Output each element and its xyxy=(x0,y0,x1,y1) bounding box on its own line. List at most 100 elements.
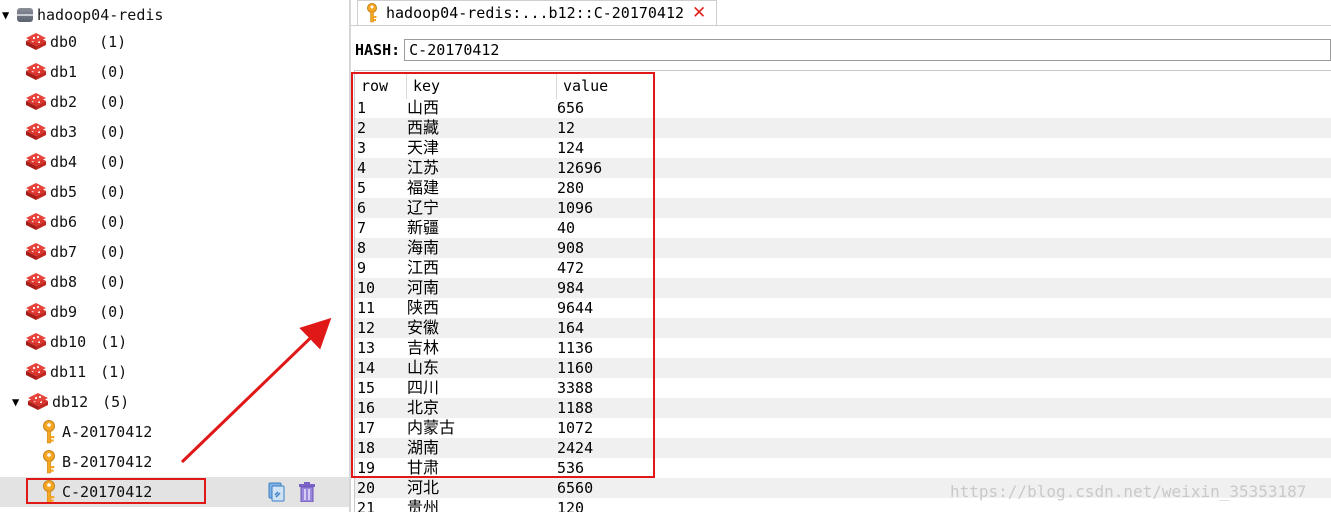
column-header-value[interactable]: value xyxy=(557,73,1331,99)
cell-key: 安徽 xyxy=(407,318,440,337)
redis-db-icon xyxy=(24,212,48,232)
redis-db-icon xyxy=(24,242,48,262)
tree-db-node-db1[interactable]: db1 (0) xyxy=(24,57,126,87)
db-key-count: (0) xyxy=(99,273,127,291)
table-row[interactable]: 8 海南 908 xyxy=(355,238,1331,258)
cell-value: 12 xyxy=(557,119,576,137)
db-key-count: (1) xyxy=(100,333,128,351)
table-row[interactable]: 3 天津 124 xyxy=(355,138,1331,158)
cell-row: 2 xyxy=(357,119,367,137)
cell-row: 13 xyxy=(357,339,376,357)
cell-key: 北京 xyxy=(407,398,440,417)
tree-db-node-db11[interactable]: db11 (1) xyxy=(24,357,127,387)
table-row[interactable]: 16 北京 1188 xyxy=(355,398,1331,418)
cell-key: 四川 xyxy=(407,378,440,397)
tree-server-node[interactable]: ▼ hadoop04-redis xyxy=(2,0,163,30)
tab-bar: hadoop04-redis:...b12::C-20170412 ✕ xyxy=(351,0,1331,26)
redis-db-icon xyxy=(24,362,48,382)
cell-value: 656 xyxy=(557,99,585,117)
tree-db-node-db7[interactable]: db7 (0) xyxy=(24,237,126,267)
cell-row: 12 xyxy=(357,319,376,337)
table-row[interactable]: 11 陕西 9644 xyxy=(355,298,1331,318)
cell-value: 280 xyxy=(557,179,585,197)
redis-db-icon xyxy=(24,122,48,142)
cell-key: 河北 xyxy=(407,478,440,497)
hash-key-field[interactable]: C-20170412 xyxy=(404,39,1331,61)
hash-table: row key value 1 山西 656 2 西藏 12 3 天津 124 4 江苏 12696 5… xyxy=(354,70,1331,512)
cell-row: 6 xyxy=(357,199,367,217)
key-name: A-20170412 xyxy=(62,423,153,441)
table-row[interactable]: 12 安徽 164 xyxy=(355,318,1331,338)
tree-key-node[interactable]: C-20170412 xyxy=(40,477,152,507)
table-row[interactable]: 5 福建 280 xyxy=(355,178,1331,198)
panel-splitter[interactable] xyxy=(349,0,351,512)
table-row[interactable]: 15 四川 3388 xyxy=(355,378,1331,398)
db-name: db6 xyxy=(50,213,78,231)
table-row[interactable]: 6 辽宁 1096 xyxy=(355,198,1331,218)
cell-row: 14 xyxy=(357,359,376,377)
copy-icon[interactable] xyxy=(265,482,287,502)
redis-db-icon xyxy=(24,32,48,52)
tree-db-node-db6[interactable]: db6 (0) xyxy=(24,207,126,237)
table-row[interactable]: 7 新疆 40 xyxy=(355,218,1331,238)
table-row[interactable]: 17 内蒙古 1072 xyxy=(355,418,1331,438)
cell-row: 1 xyxy=(357,99,367,117)
column-header-row[interactable]: row xyxy=(355,73,407,99)
cell-value: 3388 xyxy=(557,379,594,397)
tree-db-node-db0[interactable]: db0 (1) xyxy=(24,27,126,57)
tree-db-node-db2[interactable]: db2 (0) xyxy=(24,87,126,117)
redis-db-icon xyxy=(24,182,48,202)
db-key-count: (0) xyxy=(99,153,127,171)
column-header-key[interactable]: key xyxy=(407,73,557,99)
cell-value: 1136 xyxy=(557,339,594,357)
cell-key: 江西 xyxy=(407,258,440,277)
close-icon[interactable]: ✕ xyxy=(692,3,706,23)
cell-key: 西藏 xyxy=(407,118,440,137)
tree-key-node[interactable]: B-20170412 xyxy=(40,447,152,477)
tree-key-node[interactable]: A-20170412 xyxy=(40,417,152,447)
tab-key-view[interactable]: hadoop04-redis:...b12::C-20170412 ✕ xyxy=(357,0,717,25)
db-key-count: (0) xyxy=(99,303,127,321)
table-row[interactable]: 2 西藏 12 xyxy=(355,118,1331,138)
redis-db-icon xyxy=(24,272,48,292)
table-row[interactable]: 19 甘肃 536 xyxy=(355,458,1331,478)
cell-key: 陕西 xyxy=(407,298,440,317)
cell-value: 1160 xyxy=(557,359,594,377)
table-row[interactable]: 1 山西 656 xyxy=(355,98,1331,118)
table-row[interactable]: 13 吉林 1136 xyxy=(355,338,1331,358)
trash-icon[interactable] xyxy=(296,482,318,503)
cell-row: 3 xyxy=(357,139,367,157)
tree-db-node-db12[interactable]: ▼ db12 (5) xyxy=(12,387,129,417)
key-name: B-20170412 xyxy=(62,453,153,471)
expand-arrow-icon[interactable]: ▼ xyxy=(2,8,16,22)
key-icon xyxy=(40,420,58,444)
tree-db-node-db5[interactable]: db5 (0) xyxy=(24,177,126,207)
table-row[interactable]: 4 江苏 12696 xyxy=(355,158,1331,178)
cell-value: 1096 xyxy=(557,199,594,217)
server-name: hadoop04-redis xyxy=(37,6,164,24)
table-header: row key value xyxy=(355,73,1331,99)
table-row[interactable]: 10 河南 984 xyxy=(355,278,1331,298)
hash-label: HASH: xyxy=(355,41,401,59)
key-name: C-20170412 xyxy=(62,483,153,501)
tree-db-node-db8[interactable]: db8 (0) xyxy=(24,267,126,297)
tree-db-node-db4[interactable]: db4 (0) xyxy=(24,147,126,177)
tree-db-node-db9[interactable]: db9 (0) xyxy=(24,297,126,327)
tree-db-node-db10[interactable]: db10 (1) xyxy=(24,327,127,357)
server-icon xyxy=(16,6,34,24)
table-row[interactable]: 9 江西 472 xyxy=(355,258,1331,278)
key-icon xyxy=(364,3,380,23)
table-row[interactable]: 14 山东 1160 xyxy=(355,358,1331,378)
cell-key: 吉林 xyxy=(407,338,440,357)
tree-db-node-db3[interactable]: db3 (0) xyxy=(24,117,126,147)
cell-row: 18 xyxy=(357,439,376,457)
cell-value: 164 xyxy=(557,319,585,337)
db-name: db0 xyxy=(50,33,78,51)
watermark: https://blog.csdn.net/weixin_35353187 xyxy=(950,482,1307,501)
cell-value: 1072 xyxy=(557,419,594,437)
cell-key: 海南 xyxy=(407,238,440,257)
table-row[interactable]: 18 湖南 2424 xyxy=(355,438,1331,458)
cell-value: 1188 xyxy=(557,399,594,417)
expand-arrow-icon[interactable]: ▼ xyxy=(12,395,26,409)
db-key-count: (1) xyxy=(100,363,128,381)
